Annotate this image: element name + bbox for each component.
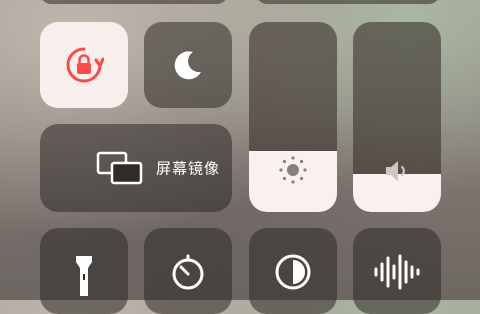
sun-icon xyxy=(279,156,307,184)
sound-recognition-icon xyxy=(374,254,420,290)
screen-mirroring-label: 屏幕镜像 xyxy=(156,159,221,178)
flashlight-icon xyxy=(76,256,92,296)
rotation-lock-button[interactable] xyxy=(40,22,128,108)
moon-icon xyxy=(174,51,201,80)
screen-mirroring-icon xyxy=(96,151,143,185)
flashlight-button[interactable] xyxy=(40,228,128,314)
top-tile-right[interactable] xyxy=(256,0,440,4)
rotation-lock-icon xyxy=(66,47,104,83)
timer-button[interactable] xyxy=(144,228,232,314)
speaker-icon xyxy=(386,161,405,181)
volume-slider[interactable] xyxy=(353,22,441,212)
dark-mode-icon xyxy=(275,254,311,290)
sound-recognition-button[interactable] xyxy=(353,228,441,314)
top-tile-left[interactable] xyxy=(40,0,228,4)
dark-mode-button[interactable] xyxy=(249,228,337,314)
screen-mirroring-button[interactable]: 屏幕镜像 xyxy=(40,124,232,212)
brightness-slider[interactable] xyxy=(249,22,337,212)
timer-icon xyxy=(172,254,204,290)
do-not-disturb-button[interactable] xyxy=(144,22,232,108)
